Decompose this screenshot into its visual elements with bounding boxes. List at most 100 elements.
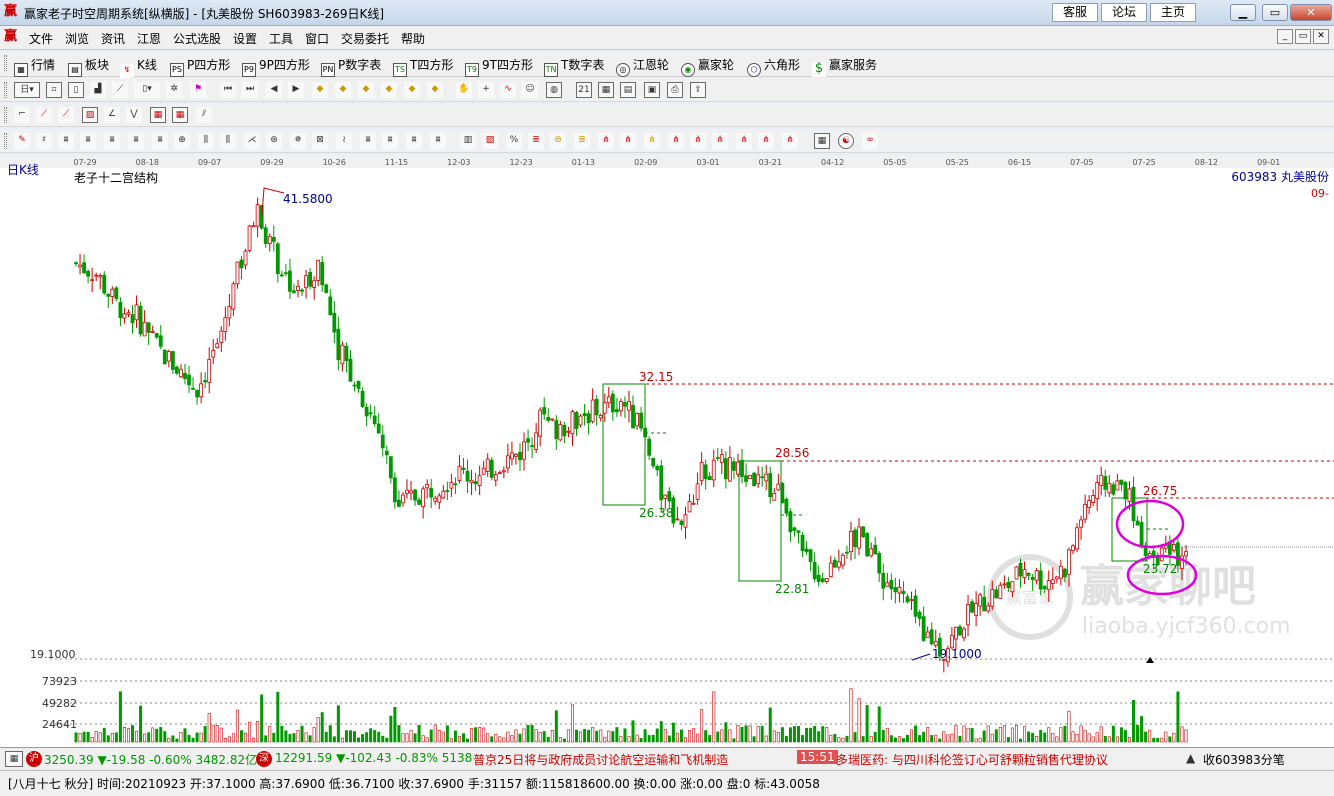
hand-icon[interactable]: ✋ — [456, 82, 472, 98]
bar-chart-icon[interactable]: ▟ — [90, 82, 106, 98]
prev-icon[interactable]: ◀ — [266, 82, 282, 98]
wave-icon[interactable]: ⋁ — [126, 107, 142, 123]
fork-2-icon[interactable]: ⋔ — [620, 133, 636, 149]
period-dropdown-icon[interactable]: 日▾ — [14, 82, 40, 98]
menu-info[interactable]: 资讯 — [101, 30, 125, 47]
first-page-icon[interactable]: ⏮ — [220, 82, 236, 98]
symbol-icon[interactable]: ✲ — [166, 82, 182, 98]
keyboard-icon[interactable]: ▦ — [5, 751, 23, 767]
tool-gann-wheel[interactable]: ◎ 江恩轮 — [616, 56, 669, 77]
menu-trade[interactable]: 交易委托 — [341, 30, 389, 47]
comb-1-icon[interactable]: ⩩ — [58, 133, 74, 149]
box-x-icon[interactable]: ⊠ — [312, 133, 328, 149]
tool-block[interactable]: ▤ 板块 — [68, 56, 109, 77]
table-icon[interactable]: ▦ — [814, 133, 830, 149]
tool-kline[interactable]: ↯ K线 — [120, 56, 157, 78]
menu-help[interactable]: 帮助 — [401, 30, 425, 47]
fan-icon[interactable]: ⋌ — [244, 133, 260, 149]
kline-chart[interactable]: 07-29 08-18 09-07 09-29 10-26 11-15 12-03 12-23… — [0, 155, 1334, 747]
wave-2-icon[interactable]: ≀ — [336, 133, 352, 149]
grid-pattern-icon[interactable]: ▨ — [82, 107, 98, 123]
menu-gann[interactable]: 江恩 — [137, 30, 161, 47]
maximize-button[interactable]: ▭ — [1262, 4, 1288, 21]
tool-service[interactable]: $ 赢家服务 — [812, 56, 877, 77]
minimize-button[interactable]: ▁ — [1230, 4, 1256, 21]
menu-browse[interactable]: 浏览 — [65, 30, 89, 47]
compass-icon[interactable]: ◍ — [546, 82, 562, 98]
line-chart-icon[interactable]: ⟋ — [112, 82, 128, 98]
mdi-restore-button[interactable]: ▭ — [1295, 29, 1311, 44]
fan-line-icon[interactable]: ⟋ — [36, 107, 52, 123]
columns-icon[interactable]: ▥ — [460, 133, 476, 149]
tool-9t-square[interactable]: T9 9T四方形 — [465, 56, 533, 77]
comb-7-icon[interactable]: ⩩ — [382, 133, 398, 149]
face-icon[interactable]: ☺ — [522, 82, 538, 98]
chart-type-icon[interactable]: ⌗ — [46, 82, 62, 98]
print-icon[interactable]: ⎙ — [667, 82, 683, 98]
fork-7-icon[interactable]: ⋔ — [736, 133, 752, 149]
pen-icon[interactable]: ✎ — [14, 133, 30, 149]
fan-line-2-icon[interactable]: ⟋ — [58, 107, 74, 123]
calendar-icon[interactable]: 21 — [576, 82, 592, 98]
star-icon[interactable]: ✵ — [290, 133, 306, 149]
forum-link[interactable]: 论坛 — [1101, 3, 1148, 22]
last-page-icon[interactable]: ⏭ — [242, 82, 258, 98]
tool-winner-wheel[interactable]: ◉ 赢家轮 — [681, 56, 734, 77]
fork-4-icon[interactable]: ⋔ — [668, 133, 684, 149]
bars-2-icon[interactable]: ⫼ — [220, 133, 236, 149]
save-icon[interactable]: ▣ — [644, 82, 660, 98]
yin-yang-icon[interactable]: ☯ — [838, 133, 854, 149]
menu-window[interactable]: 窗口 — [305, 30, 329, 47]
tool-p-square[interactable]: PS P四方形 — [170, 56, 230, 77]
bars-gold-icon[interactable]: ≣ — [574, 133, 590, 149]
candle-dropdown-icon[interactable]: ▯▾ — [134, 82, 160, 98]
notebook-icon[interactable]: ▤ — [620, 82, 636, 98]
service-link[interactable]: 客服 — [1052, 3, 1099, 22]
diamond-2-icon[interactable]: ◆ — [335, 82, 351, 98]
home-link[interactable]: 主页 — [1150, 3, 1197, 22]
diamond-6-icon[interactable]: ◆ — [427, 82, 443, 98]
comb-2-icon[interactable]: ⩩ — [80, 133, 96, 149]
tool-quote[interactable]: ▦ 行情 — [14, 56, 55, 77]
tool-p-table[interactable]: PN P数字表 — [321, 56, 381, 77]
fork-9-icon[interactable]: ⋔ — [782, 133, 798, 149]
mdi-minimize-button[interactable]: _ — [1277, 29, 1293, 44]
tool-hexagon[interactable]: ⬡ 六角形 — [747, 56, 800, 77]
bars-icon[interactable]: ⫼ — [198, 133, 214, 149]
parallel-lines-icon[interactable]: ⫽ — [196, 107, 212, 123]
diamond-5-icon[interactable]: ◆ — [404, 82, 420, 98]
comb-5-icon[interactable]: ⩩ — [152, 133, 168, 149]
angle-icon[interactable]: ∠ — [104, 107, 120, 123]
hash-icon[interactable]: ♯ — [36, 133, 52, 149]
fork-icon[interactable]: ⋔ — [598, 133, 614, 149]
bars-red-icon[interactable]: ≣ — [528, 133, 544, 149]
table-grid-2-icon[interactable]: ▦ — [172, 107, 188, 123]
fork-8-icon[interactable]: ⋔ — [758, 133, 774, 149]
tool-t-table[interactable]: TN T数字表 — [544, 56, 604, 77]
next-icon[interactable]: ▶ — [288, 82, 304, 98]
comb-4-icon[interactable]: ⩩ — [128, 133, 144, 149]
app-menu-icon[interactable]: 赢 — [4, 29, 20, 45]
coin-icon[interactable]: ⊜ — [550, 133, 566, 149]
menu-formula[interactable]: 公式选股 — [173, 30, 221, 47]
percent-icon[interactable]: % — [506, 133, 522, 149]
fork-6-icon[interactable]: ⋔ — [712, 133, 728, 149]
table-grid-icon[interactable]: ▦ — [150, 107, 166, 123]
news-headline-2[interactable]: 多瑞医药: 与四川科伦签订心可舒颗粒销售代理协议 — [836, 751, 1176, 768]
grid-red-icon[interactable]: ▨ — [482, 133, 498, 149]
menu-settings[interactable]: 设置 — [233, 30, 257, 47]
diamond-3-icon[interactable]: ◆ — [358, 82, 374, 98]
comb-3-icon[interactable]: ⩩ — [104, 133, 120, 149]
flag-icon[interactable]: ⚑ — [190, 82, 206, 98]
comb-9-icon[interactable]: ⩩ — [430, 133, 446, 149]
export-icon[interactable]: ⇪ — [690, 82, 706, 98]
crosshair-icon[interactable]: + — [478, 82, 494, 98]
menu-file[interactable]: 文件 — [29, 30, 53, 47]
select-icon[interactable]: ⌐ — [14, 107, 30, 123]
fork-3-icon[interactable]: ⋔ — [644, 133, 660, 149]
mdi-close-button[interactable]: ✕ — [1313, 29, 1329, 44]
calculator-icon[interactable]: ▦ — [598, 82, 614, 98]
diamond-1-icon[interactable]: ◆ — [312, 82, 328, 98]
circle-grid-icon[interactable]: ⊕ — [174, 133, 190, 149]
infinity-icon[interactable]: ∞ — [862, 133, 878, 149]
